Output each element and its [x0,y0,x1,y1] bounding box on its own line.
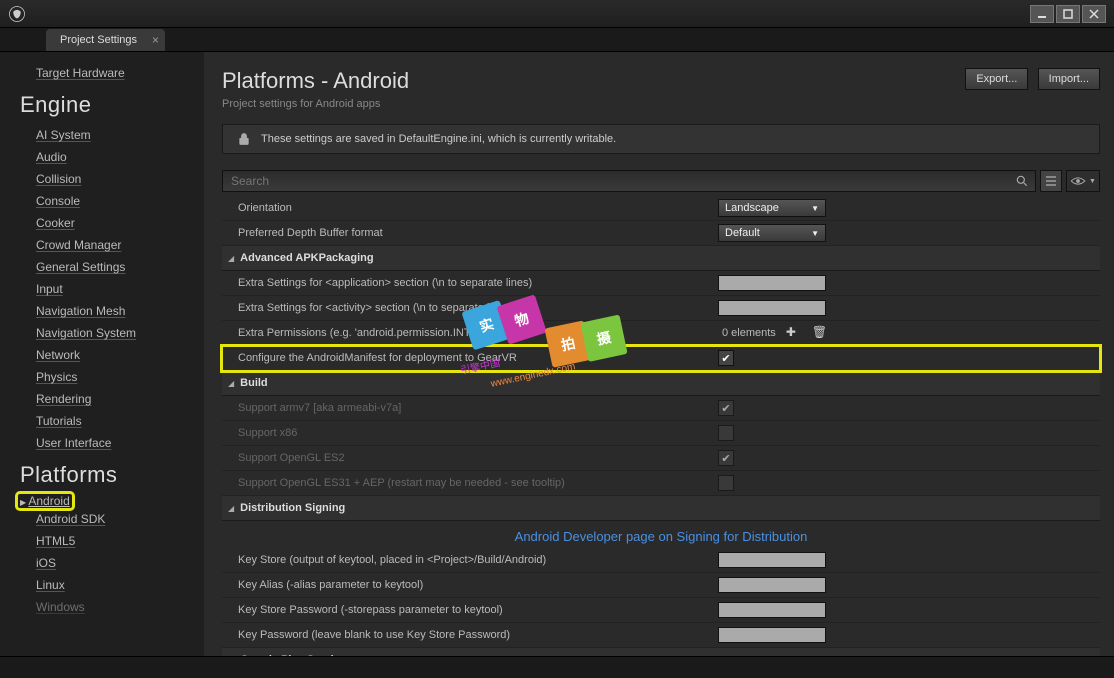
page-title: Platforms - Android [222,68,409,94]
status-bar [0,656,1114,678]
page-subtitle: Project settings for Android apps [222,98,409,110]
sidebar-item-physics[interactable]: Physics [22,366,204,388]
permissions-count: 0 elements [722,327,776,339]
unreal-logo-icon [8,5,26,23]
sidebar-item-audio[interactable]: Audio [22,146,204,168]
sidebar-header-platforms: Platforms [20,462,204,488]
row-armv7: Support armv7 [aka armeabi-v7a] [222,396,1100,421]
tab-label: Project Settings [60,34,137,46]
sidebar-item-cooker[interactable]: Cooker [22,212,204,234]
sidebar-item-input[interactable]: Input [22,278,204,300]
clear-elements-button[interactable]: 🗑 [812,325,828,341]
sidebar-item-android[interactable]: ▶ Android [18,494,72,508]
keystore-input[interactable] [718,552,826,568]
sidebar-item-console[interactable]: Console [22,190,204,212]
sidebar-item-linux[interactable]: Linux [22,574,204,596]
row-depth-buffer: Preferred Depth Buffer format Default [222,221,1100,246]
row-keyalias: Key Alias (-alias parameter to keytool) [222,573,1100,598]
sidebar-item-rendering[interactable]: Rendering [22,388,204,410]
row-orientation: Orientation Landscape [222,196,1100,221]
sidebar-item-user-interface[interactable]: User Interface [22,432,204,454]
gles2-checkbox[interactable] [718,450,734,466]
sidebar-item-ios[interactable]: iOS [22,552,204,574]
close-button[interactable] [1082,5,1106,23]
row-extra-activity: Extra Settings for <activity> section (\… [222,296,1100,321]
extra-app-input[interactable] [718,275,826,291]
add-element-button[interactable]: ✚ [786,325,802,341]
row-extra-permissions: Extra Permissions (e.g. 'android.permiss… [222,321,1100,346]
import-button[interactable]: Import... [1038,68,1100,90]
sidebar-item-network[interactable]: Network [22,344,204,366]
section-distribution-signing[interactable]: Distribution Signing [222,496,1100,521]
sidebar-item-navigation-mesh[interactable]: Navigation Mesh [22,300,204,322]
gearvr-checkbox[interactable] [718,350,734,366]
row-keystore-password: Key Store Password (-storepass parameter… [222,598,1100,623]
info-bar: These settings are saved in DefaultEngin… [222,124,1100,154]
search-input[interactable] [231,171,1027,191]
search-box[interactable] [222,170,1036,192]
sidebar-item-collision[interactable]: Collision [22,168,204,190]
armv7-checkbox[interactable] [718,400,734,416]
sidebar-item-android-sdk[interactable]: Android SDK [22,508,204,530]
row-extra-app: Extra Settings for <application> section… [222,271,1100,296]
info-text: These settings are saved in DefaultEngin… [261,133,616,145]
keystore-password-input[interactable] [718,602,826,618]
orientation-dropdown[interactable]: Landscape [718,199,826,217]
tab-close-icon[interactable]: × [152,33,159,47]
signing-docs-link[interactable]: Android Developer page on Signing for Di… [222,529,1100,544]
row-x86: Support x86 [222,421,1100,446]
unlock-icon [237,132,251,146]
titlebar [0,0,1114,28]
sidebar-header-engine: Engine [20,92,204,118]
maximize-button[interactable] [1056,5,1080,23]
sidebar-item-tutorials[interactable]: Tutorials [22,410,204,432]
key-password-input[interactable] [718,627,826,643]
row-gles31: Support OpenGL ES31 + AEP (restart may b… [222,471,1100,496]
search-icon [1015,174,1029,188]
row-gles2: Support OpenGL ES2 [222,446,1100,471]
x86-checkbox[interactable] [718,425,734,441]
sidebar-item-ai-system[interactable]: AI System [22,124,204,146]
keyalias-input[interactable] [718,577,826,593]
section-advanced-apk[interactable]: Advanced APKPackaging [222,246,1100,271]
depth-dropdown[interactable]: Default [718,224,826,242]
row-gearvr: Configure the AndroidManifest for deploy… [222,346,1100,371]
tab-project-settings[interactable]: Project Settings × [46,29,165,51]
content-panel: Platforms - Android Project settings for… [204,52,1114,678]
list-view-button[interactable] [1040,170,1062,192]
tab-row: Project Settings × [0,28,1114,52]
row-keystore: Key Store (output of keytool, placed in … [222,548,1100,573]
export-button[interactable]: Export... [965,68,1028,90]
section-build[interactable]: Build [222,371,1100,396]
sidebar-item-windows[interactable]: Windows [22,596,204,618]
sidebar-item-crowd-manager[interactable]: Crowd Manager [22,234,204,256]
minimize-button[interactable] [1030,5,1054,23]
settings-grid: Orientation Landscape Preferred Depth Bu… [222,196,1100,673]
row-key-password: Key Password (leave blank to use Key Sto… [222,623,1100,648]
sidebar-item-target-hardware[interactable]: Target Hardware [22,62,204,84]
extra-activity-input[interactable] [718,300,826,316]
sidebar: Target Hardware Engine AI System Audio C… [0,52,204,678]
gles31-checkbox[interactable] [718,475,734,491]
sidebar-item-navigation-system[interactable]: Navigation System [22,322,204,344]
sidebar-item-general-settings[interactable]: General Settings [22,256,204,278]
sidebar-item-html5[interactable]: HTML5 [22,530,204,552]
view-options-button[interactable]: ▼ [1066,170,1100,192]
